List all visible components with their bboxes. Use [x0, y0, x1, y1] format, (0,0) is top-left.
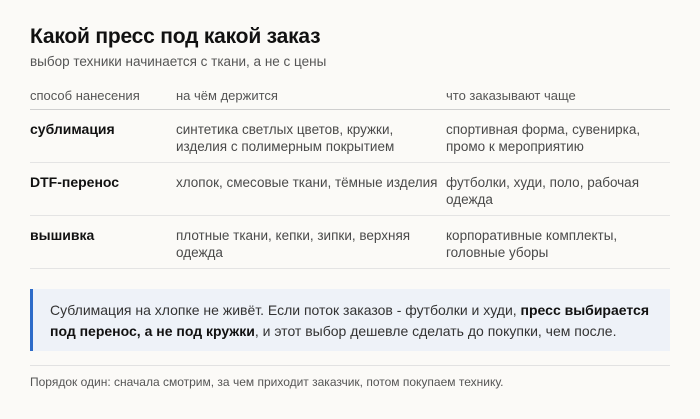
row-works-on: синтетика светлых цветов, кружки, издели… — [176, 122, 395, 154]
comparison-table: способ нанесения на чём держится что зак… — [30, 84, 670, 269]
table-row: вышивка плотные ткани, кепки, зипки, вер… — [30, 216, 670, 269]
row-ordered: корпоративные комплекты, головные уборы — [446, 228, 618, 260]
table-row: сублимация синтетика светлых цветов, кру… — [30, 110, 670, 163]
page-title: Какой пресс под какой заказ — [30, 25, 321, 48]
page-subtitle: выбор техники начинается с ткани, а не с… — [30, 54, 327, 69]
callout-note: Сублимация на хлопке не живёт. Если пото… — [30, 289, 670, 351]
row-method: DTF-перенос — [30, 174, 120, 190]
row-works-on: хлопок, смесовые ткани, тёмные изделия — [176, 175, 438, 190]
row-ordered: футболки, худи, поло, рабочая одежда — [446, 175, 640, 207]
callout-text: Сублимация на хлопке не живёт. Если пото… — [50, 302, 521, 318]
column-header-method: способ нанесения — [30, 88, 140, 103]
page: Какой пресс под какой заказ выбор техник… — [0, 0, 700, 419]
table-header: способ нанесения на чём держится что зак… — [30, 84, 670, 110]
row-method: сублимация — [30, 121, 115, 137]
table-row: DTF-перенос хлопок, смесовые ткани, тёмн… — [30, 163, 670, 216]
row-ordered: спортивная форма, сувенирка, промо к мер… — [446, 122, 641, 154]
row-method: вышивка — [30, 227, 95, 243]
callout-text-end: , и этот выбор дешевле сделать до покупк… — [254, 323, 617, 339]
divider — [30, 365, 670, 366]
row-works-on: плотные ткани, кепки, зипки, верхняя оде… — [176, 228, 411, 260]
column-header-works-on: на чём держится — [176, 88, 278, 103]
footer-note: Порядок один: сначала смотрим, за чем пр… — [30, 375, 504, 389]
column-header-ordered: что заказывают чаще — [446, 88, 576, 103]
